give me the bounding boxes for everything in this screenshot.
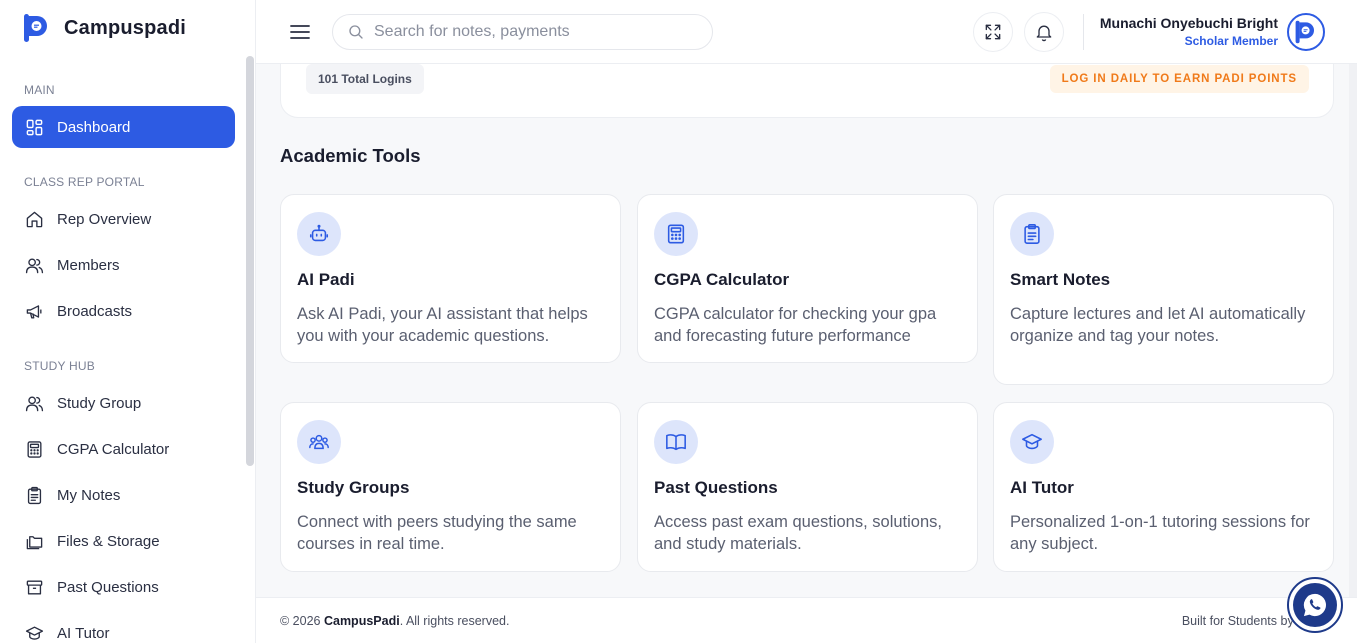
copyright-prefix: © 2026 — [280, 614, 324, 628]
login-streak-card: 101 Total Logins LOG IN DAILY TO EARN PA… — [280, 64, 1334, 118]
robot-icon — [309, 224, 329, 242]
tool-icon — [297, 420, 341, 464]
copyright-suffix: . All rights reserved. — [399, 614, 510, 628]
menu-toggle-button[interactable] — [288, 20, 312, 44]
section-label-study-hub: STUDY HUB — [24, 359, 95, 373]
users-group-icon — [309, 434, 329, 450]
sidebar-item-label: Study Group — [57, 394, 142, 412]
tool-title: Smart Notes — [1010, 270, 1111, 289]
section-title-academic-tools: Academic Tools — [280, 145, 421, 166]
graduation-cap-icon — [25, 625, 44, 640]
campuspadi-logo-icon — [1295, 20, 1314, 44]
search-bar[interactable] — [332, 14, 713, 50]
tool-card-ai-padi[interactable]: AI Padi Ask AI Padi, your AI assistant t… — [280, 194, 621, 363]
sidebar-item-rep-overview[interactable]: Rep Overview — [12, 198, 235, 240]
tool-icon — [654, 420, 698, 464]
tool-card-study-groups[interactable]: Study Groups Connect with peers studying… — [280, 402, 621, 572]
sidebar-item-label: AI Tutor — [57, 624, 110, 642]
tool-description: Access past exam questions, solutions, a… — [654, 513, 942, 553]
tool-icon — [1010, 420, 1054, 464]
user-info[interactable]: Munachi Onyebuchi Bright Scholar Member — [1100, 15, 1278, 48]
tool-icon — [1010, 212, 1054, 256]
tool-title: AI Tutor — [1010, 478, 1074, 497]
user-role: Scholar Member — [1184, 34, 1278, 48]
folders-icon — [26, 535, 43, 549]
tool-description: Ask AI Padi, your AI assistant that help… — [297, 305, 588, 345]
tool-description: CGPA calculator for checking your gpa an… — [654, 305, 937, 345]
section-label-main: MAIN — [24, 83, 55, 97]
sidebar-item-label: Files & Storage — [57, 532, 160, 550]
tool-title: CGPA Calculator — [654, 270, 790, 289]
clipboard-list-icon — [1024, 224, 1040, 244]
expand-icon — [985, 24, 1001, 40]
sidebar-item-dashboard[interactable]: Dashboard — [12, 106, 235, 148]
users-icon — [25, 395, 44, 411]
section-label-class-rep-portal: CLASS REP PORTAL — [24, 175, 145, 189]
dashboard-grid-icon — [26, 119, 43, 135]
brand-name: Campuspadi — [64, 16, 187, 39]
footer: © 2026 CampusPadi. All rights reserved. … — [256, 597, 1357, 643]
open-book-icon — [666, 434, 686, 451]
tool-title: AI Padi — [297, 270, 355, 289]
sidebar-item-broadcasts[interactable]: Broadcasts — [12, 290, 235, 332]
copyright-text: © 2026 CampusPadi. All rights reserved. — [280, 614, 509, 628]
total-logins-badge: 101 Total Logins — [306, 64, 424, 94]
archive-icon — [26, 579, 43, 595]
sidebar-item-members[interactable]: Members — [12, 244, 235, 286]
copyright-brand: CampusPadi — [323, 614, 400, 628]
graduation-cap-icon — [1022, 433, 1042, 450]
search-input[interactable] — [374, 23, 694, 41]
tool-title: Study Groups — [297, 478, 410, 497]
sidebar-item-cgpa-calculator[interactable]: CGPA Calculator — [12, 428, 235, 470]
whatsapp-chat-button[interactable] — [1287, 577, 1343, 633]
fullscreen-button[interactable] — [973, 12, 1013, 52]
sidebar-item-label: Members — [57, 256, 120, 274]
top-header: Munachi Onyebuchi Bright Scholar Member — [256, 0, 1357, 64]
tool-description: Connect with peers studying the same cou… — [297, 513, 577, 553]
sidebar-item-label: CGPA Calculator — [57, 440, 170, 458]
search-icon — [349, 25, 363, 39]
sidebar-item-ai-tutor[interactable]: AI Tutor — [12, 612, 235, 643]
main-content: 101 Total Logins LOG IN DAILY TO EARN PA… — [256, 64, 1357, 597]
sidebar-scrollbar[interactable] — [246, 56, 254, 466]
tool-icon — [654, 212, 698, 256]
tool-card-cgpa-calculator[interactable]: CGPA Calculator CGPA calculator for chec… — [637, 194, 978, 363]
clipboard-icon — [27, 486, 42, 504]
whatsapp-button-inner — [1293, 583, 1337, 627]
sidebar-item-files-storage[interactable]: Files & Storage — [12, 520, 235, 562]
sidebar-item-label: Past Questions — [57, 578, 159, 596]
calculator-icon — [27, 440, 42, 458]
sidebar-item-study-group[interactable]: Study Group — [12, 382, 235, 424]
sidebar-item-label: Dashboard — [57, 118, 131, 136]
users-icon — [25, 257, 44, 273]
notifications-button[interactable] — [1024, 12, 1064, 52]
home-icon — [26, 211, 43, 227]
bell-icon — [1036, 25, 1052, 42]
sidebar-item-past-questions[interactable]: Past Questions — [12, 566, 235, 608]
whatsapp-icon — [1303, 593, 1326, 617]
sidebar: Campuspadi MAIN Dashboard CLASS REP PORT… — [0, 0, 256, 643]
calculator-icon — [667, 224, 685, 244]
sidebar-item-label: My Notes — [57, 486, 121, 504]
hamburger-menu-icon — [290, 25, 310, 39]
tool-title: Past Questions — [654, 478, 778, 497]
tool-description: Personalized 1-on-1 tutoring sessions fo… — [1010, 513, 1310, 553]
header-divider — [1083, 14, 1084, 50]
avatar[interactable] — [1287, 13, 1325, 51]
tool-card-past-questions[interactable]: Past Questions Access past exam question… — [637, 402, 978, 572]
tool-card-ai-tutor[interactable]: AI Tutor Personalized 1-on-1 tutoring se… — [993, 402, 1334, 572]
sidebar-item-my-notes[interactable]: My Notes — [12, 474, 235, 516]
sidebar-item-label: Rep Overview — [57, 210, 152, 228]
sidebar-item-label: Broadcasts — [57, 302, 133, 320]
main-scrollbar[interactable] — [1349, 64, 1357, 597]
tool-card-smart-notes[interactable]: Smart Notes Capture lectures and let AI … — [993, 194, 1334, 385]
tool-icon — [297, 212, 341, 256]
megaphone-icon — [26, 304, 42, 319]
user-name: Munachi Onyebuchi Bright — [1099, 15, 1278, 31]
daily-points-badge: LOG IN DAILY TO EARN PADI POINTS — [1049, 65, 1309, 93]
brand[interactable]: Campuspadi — [22, 12, 186, 44]
tool-description: Capture lectures and let AI automaticall… — [1010, 305, 1306, 345]
campuspadi-logo-icon — [24, 14, 47, 42]
